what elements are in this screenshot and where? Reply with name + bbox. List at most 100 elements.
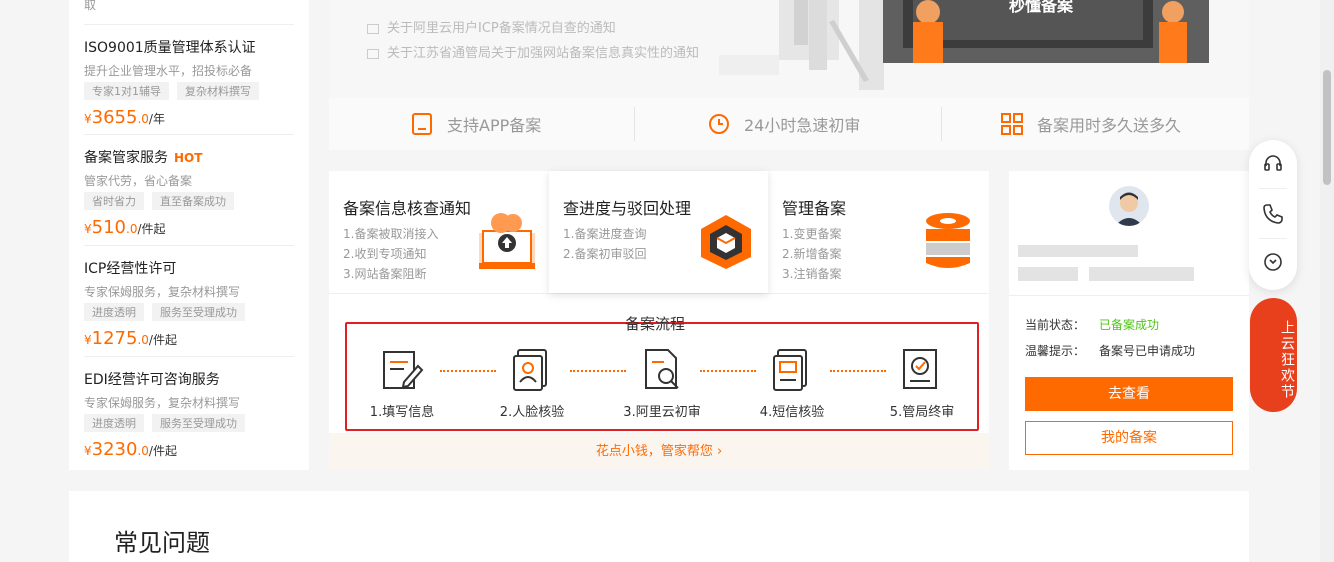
- status-label: 当前状态：: [1025, 318, 1086, 332]
- account-panel: 当前状态： 已备案成功 温馨提示： 备案号已申请成功 去查看 我的备案: [1009, 171, 1249, 470]
- clock-icon: [709, 114, 729, 134]
- currency-symbol: ¥: [84, 333, 92, 347]
- divider: [941, 107, 942, 141]
- card-title: 备案信息核查通知: [343, 199, 472, 218]
- redacted-text: [1089, 267, 1194, 281]
- truncated-text: 取: [84, 0, 97, 12]
- service-item[interactable]: ICP经营性许可 专家保姆服务，复杂材料撰写 进度透明 服务至受理成功 ¥127…: [84, 258, 294, 349]
- notice-link[interactable]: 关于江苏省通管局关于加强网站备案信息真实性的通知: [367, 42, 699, 61]
- face-id-icon: [513, 349, 547, 391]
- service-item[interactable]: EDI经营许可咨询服务 专家保姆服务，复杂材料撰写 进度透明 服务至受理成功 ¥…: [84, 369, 294, 460]
- service-tag: 进度透明: [84, 414, 144, 432]
- card-progress[interactable]: 查进度与驳回处理 1.备案进度查询 2.备案初审驳回: [549, 171, 768, 293]
- service-tag: 省时省力: [84, 192, 144, 210]
- step-label: 1.填写信息: [369, 405, 435, 420]
- feature-label: 支持APP备案: [447, 116, 542, 135]
- card-item: 1.变更备案: [782, 227, 842, 241]
- promo-badge[interactable]: 上云狂欢节: [1250, 298, 1297, 412]
- notice-text: 关于江苏省通管局关于加强网站备案信息真实性的通知: [387, 46, 700, 61]
- service-title: ISO9001质量管理体系认证: [84, 40, 256, 56]
- price-decimal: .0: [126, 222, 138, 236]
- currency-symbol: ¥: [84, 222, 92, 236]
- service-price: ¥1275.0/件起: [84, 328, 294, 349]
- service-tag: 专家1对1辅导: [84, 82, 169, 100]
- divider: [84, 24, 294, 25]
- service-title: EDI经营许可咨询服务: [84, 372, 220, 388]
- notice-link[interactable]: 关于阿里云用户ICP备案情况自查的通知: [367, 17, 616, 36]
- price-unit: /件起: [148, 444, 177, 458]
- tablet-icon: [412, 113, 432, 135]
- card-item: 2.备案初审驳回: [563, 247, 647, 261]
- feature-fast: 24小时急速初审: [708, 98, 860, 150]
- faq-section: 常见问题: [69, 491, 1249, 562]
- filing-services-panel: 备案信息核查通知 1.备案被取消接入 2.收到专项通知 3.网站备案阻断 查进度…: [329, 171, 989, 470]
- card-item: 1.备案被取消接入: [343, 227, 439, 241]
- scrollbar-thumb[interactable]: [1323, 70, 1331, 185]
- speaker-icon: [367, 48, 379, 59]
- currency-symbol: ¥: [84, 444, 92, 458]
- status-row: 当前状态： 已备案成功: [1025, 316, 1159, 333]
- price-integer: 1275: [91, 328, 138, 349]
- service-title: ICP经营性许可: [84, 261, 177, 277]
- service-price: ¥3655.0/年: [84, 107, 294, 128]
- divider: [84, 356, 294, 357]
- card-verify-notice[interactable]: 备案信息核查通知 1.备案被取消接入 2.收到专项通知 3.网站备案阻断: [329, 171, 549, 293]
- step-sms-verify: 4.短信核验: [737, 324, 847, 429]
- card-item: 3.注销备案: [782, 267, 842, 281]
- divider: [1259, 188, 1287, 189]
- price-decimal: .0: [137, 444, 149, 458]
- divider: [84, 245, 294, 246]
- price-unit: /件起: [148, 333, 177, 347]
- hot-badge: HOT: [174, 151, 203, 165]
- service-desc: 管家代劳，省心备案: [84, 174, 193, 188]
- card-title: 查进度与驳回处理: [563, 199, 692, 218]
- phone-icon[interactable]: [1261, 202, 1285, 226]
- my-filing-button[interactable]: 我的备案: [1025, 421, 1233, 455]
- feature-label: 备案用时多久送多久: [1037, 116, 1182, 135]
- filing-process-steps: 1.填写信息 2.人脸核验 3.阿里云初审 4.短信核验 5.管局终审: [345, 322, 979, 431]
- flow-title: 备案流程: [625, 315, 686, 333]
- upload-document-icon: [479, 213, 535, 269]
- service-price: ¥3230.0/件起: [84, 439, 294, 460]
- step-label: 3.阿里云初审: [623, 405, 701, 420]
- currency-symbol: ¥: [84, 112, 92, 126]
- step-final-review: 5.管局终审: [867, 324, 977, 429]
- service-title-text: 备案管家服务: [84, 150, 168, 166]
- price-decimal: .0: [137, 333, 149, 347]
- speaker-icon: [367, 23, 379, 34]
- tip-label: 温馨提示：: [1025, 344, 1086, 358]
- view-button[interactable]: 去查看: [1025, 377, 1233, 411]
- video-thumbnail[interactable]: 秒懂备案: [883, 0, 1209, 63]
- feature-label: 24小时急速初审: [744, 116, 861, 135]
- sms-message-icon: [773, 349, 807, 391]
- service-tag: 服务至受理成功: [152, 303, 245, 321]
- butler-service-link[interactable]: 花点小钱，管家帮您 ›: [329, 433, 989, 470]
- floating-toolbar: [1249, 140, 1297, 290]
- step-aliyun-review: 3.阿里云初审: [607, 324, 717, 429]
- price-unit: /件起: [137, 222, 166, 236]
- service-title: 备案管家服务 HOT: [84, 147, 294, 167]
- video-title: 秒懂备案: [1009, 0, 1074, 15]
- headset-icon[interactable]: [1261, 152, 1285, 176]
- divider: [329, 293, 989, 294]
- price-integer: 3655: [91, 107, 138, 128]
- service-desc: 专家保姆服务，复杂材料撰写: [84, 396, 241, 410]
- feature-app: 支持APP备案: [411, 98, 541, 150]
- notice-text: 关于阿里云用户ICP备案情况自查的通知: [387, 21, 616, 36]
- user-avatar-icon: [1115, 192, 1143, 226]
- card-item: 2.新增备案: [782, 247, 842, 261]
- step-fill-info: 1.填写信息: [347, 324, 457, 429]
- feature-bar: 支持APP备案 24小时急速初审 备案用时多久送多久: [329, 98, 1249, 150]
- document-search-icon: [645, 349, 679, 389]
- feedback-icon[interactable]: [1261, 250, 1285, 274]
- avatar: [1109, 186, 1149, 226]
- card-item: 1.备案进度查询: [563, 227, 647, 241]
- card-item: 2.收到专项通知: [343, 247, 427, 261]
- card-item: 3.网站备案阻断: [343, 267, 427, 281]
- divider: [1259, 238, 1287, 239]
- service-item[interactable]: ISO9001质量管理体系认证 提升企业管理水平，招投标必备 专家1对1辅导 复…: [84, 37, 294, 128]
- service-tag: 直至备案成功: [152, 192, 234, 210]
- card-manage[interactable]: 管理备案 1.变更备案 2.新增备案 3.注销备案: [768, 171, 989, 293]
- service-item[interactable]: 备案管家服务 HOT 管家代劳，省心备案 省时省力 直至备案成功 ¥510.0/件…: [84, 147, 294, 238]
- grid-icon: [1001, 113, 1023, 135]
